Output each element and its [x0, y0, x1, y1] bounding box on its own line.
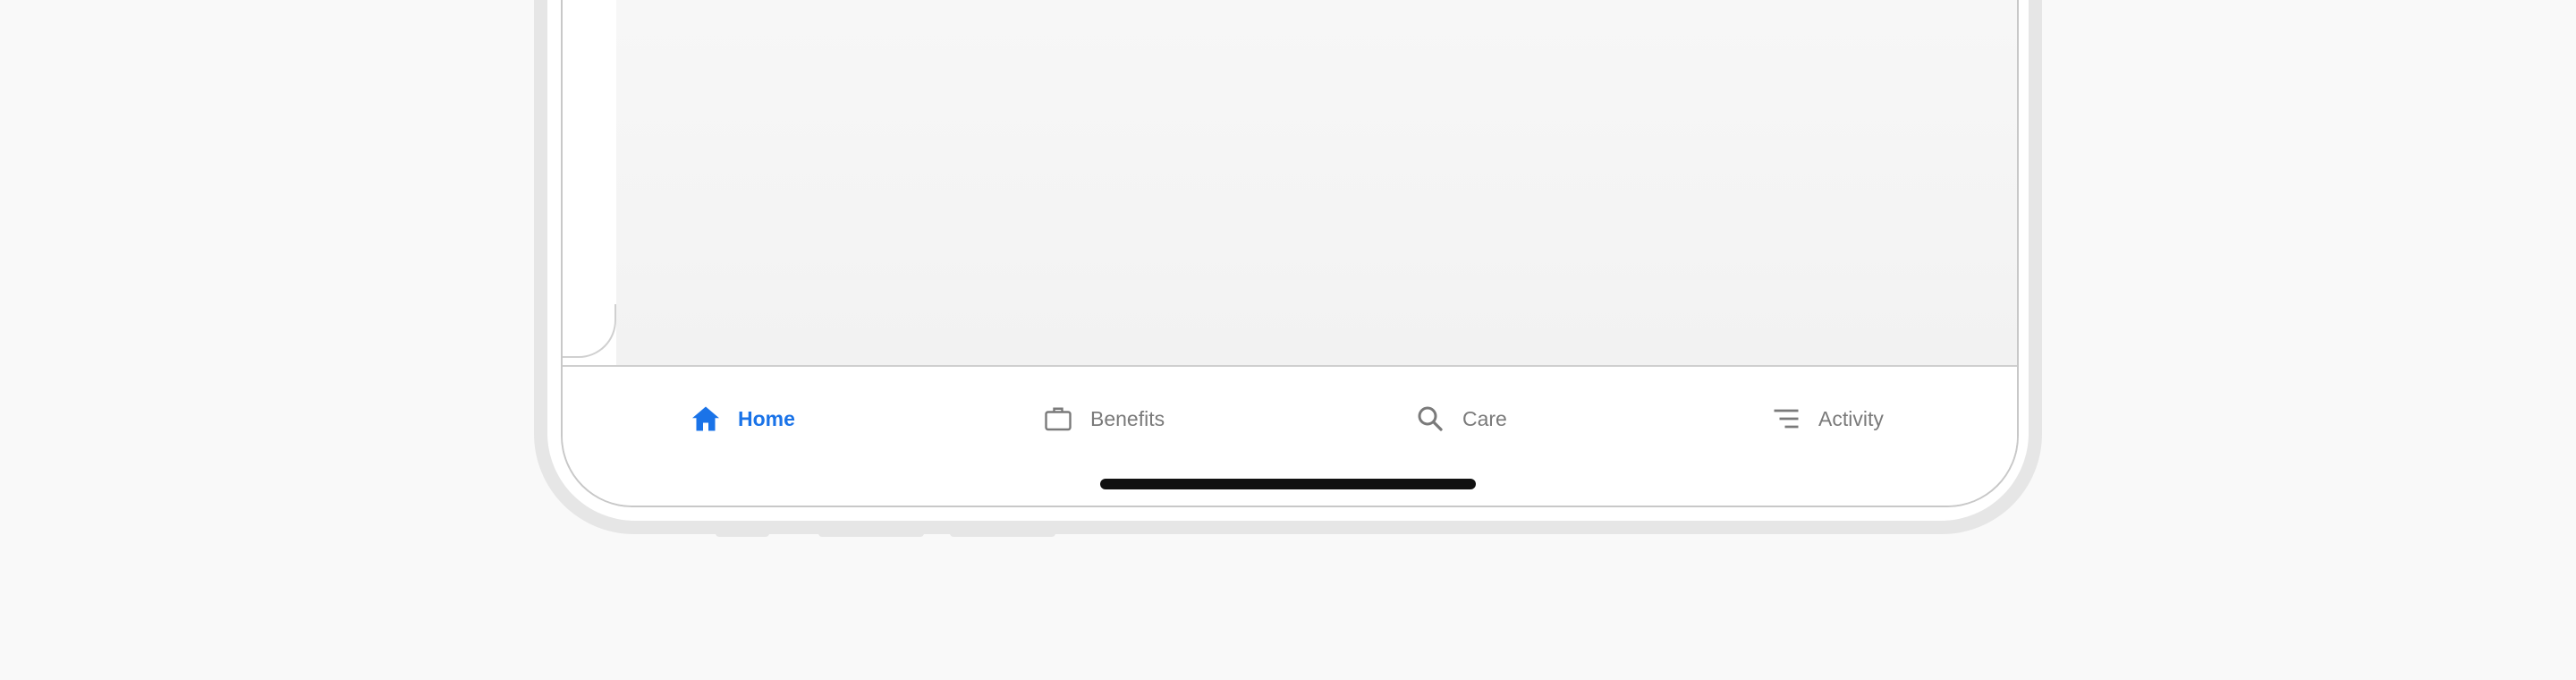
content-corner	[563, 304, 616, 365]
tab-home[interactable]: Home	[690, 401, 795, 437]
device-button	[818, 531, 924, 537]
tab-label: Benefits	[1090, 406, 1165, 430]
search-icon	[1414, 403, 1446, 435]
app-screen: Home Benefits Care Activity	[561, 0, 2019, 507]
tab-label: Care	[1462, 406, 1507, 430]
tab-activity[interactable]: Activity	[1770, 401, 1884, 437]
home-icon	[690, 403, 722, 435]
device-button	[716, 531, 769, 537]
briefcase-icon	[1042, 403, 1074, 435]
tab-care[interactable]: Care	[1414, 401, 1507, 437]
tab-label: Home	[738, 406, 795, 430]
list-icon	[1770, 403, 1802, 435]
tab-label: Activity	[1818, 406, 1884, 430]
device-button	[950, 531, 1055, 537]
main-content-area	[616, 0, 2017, 365]
home-indicator[interactable]	[1100, 479, 1476, 489]
tab-benefits[interactable]: Benefits	[1042, 401, 1165, 437]
